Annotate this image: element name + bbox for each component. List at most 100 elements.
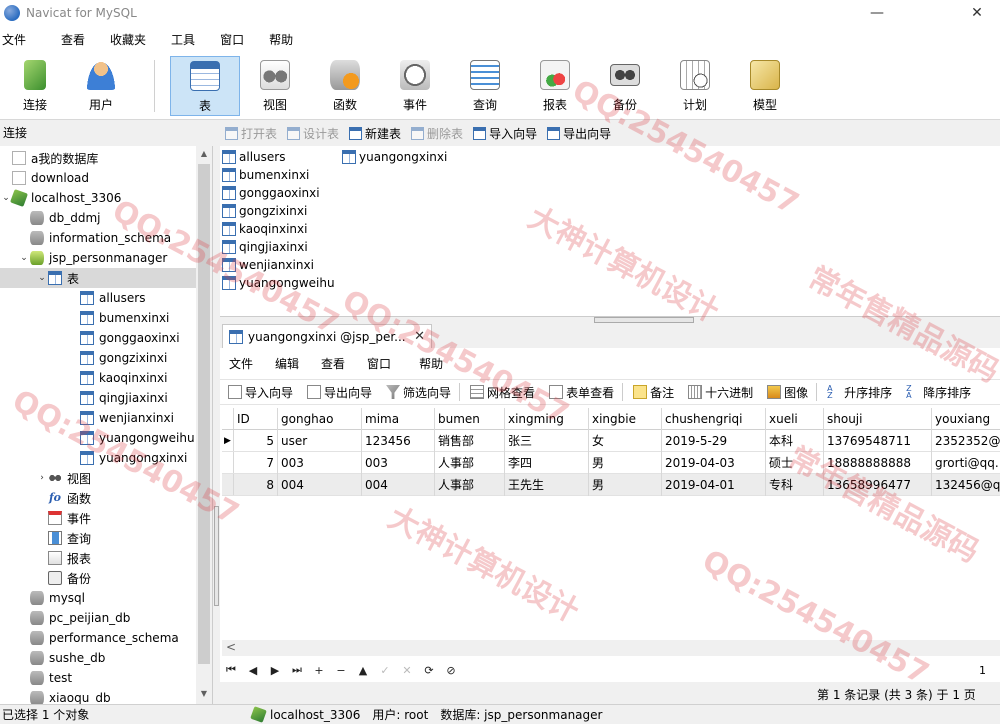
- sort-descending-button[interactable]: Z A 降序排序: [898, 384, 977, 401]
- tree-scrollbar[interactable]: ▲ ▼: [196, 146, 212, 704]
- tree-item[interactable]: yuangongxinxi: [0, 448, 196, 468]
- grid-cell[interactable]: grorti@qq.: [932, 452, 1000, 474]
- object-list-item[interactable]: yuangongxinxi: [342, 148, 447, 166]
- tree-item[interactable]: qingjiaxinxi: [0, 388, 196, 408]
- tree-item[interactable]: gongzixinxi: [0, 348, 196, 368]
- tree-item[interactable]: 事件: [0, 508, 196, 528]
- table-row[interactable]: 7 003 003 人事部 李四男 2019-04-03 硕士 18888888888 gror…: [222, 452, 1000, 474]
- tree-item[interactable]: a我的数据库: [0, 148, 196, 168]
- tree-item[interactable]: performance_schema: [0, 628, 196, 648]
- grid-horizontal-scrollbar[interactable]: <: [222, 640, 1000, 656]
- tree-item[interactable]: wenjianxinxi: [0, 408, 196, 428]
- menu-help[interactable]: 帮助: [253, 31, 302, 48]
- add-record-button[interactable]: +: [308, 664, 330, 677]
- grid-cell[interactable]: 2019-04-03: [662, 452, 766, 474]
- grid-cell[interactable]: 004: [278, 474, 362, 496]
- delete-table-button[interactable]: 删除表: [406, 125, 468, 142]
- tab-menu-edit[interactable]: 编辑: [267, 355, 313, 372]
- grid-cell[interactable]: 硕士: [766, 452, 824, 474]
- tree-item[interactable]: ⌄ jsp_personmanager: [0, 248, 196, 268]
- grid-cell[interactable]: 人事部: [435, 452, 505, 474]
- grid-cell[interactable]: 5: [234, 430, 278, 452]
- grid-cell[interactable]: 8: [234, 474, 278, 496]
- grid-cell[interactable]: 123456: [362, 430, 435, 452]
- first-record-button[interactable]: ⏮: [220, 663, 242, 677]
- discard-changes-button[interactable]: ✕: [396, 664, 418, 677]
- row-marker[interactable]: [222, 452, 234, 473]
- import-wizard-button[interactable]: 导入向导: [468, 125, 542, 142]
- menu-view[interactable]: 查看: [35, 31, 94, 48]
- grid-cell[interactable]: 132456@qq: [932, 474, 1000, 496]
- collapse-chevron-icon[interactable]: ›: [36, 473, 48, 483]
- tree-item[interactable]: pc_peijian_db: [0, 608, 196, 628]
- close-window-button[interactable]: ✕: [954, 0, 1000, 26]
- grid-cell[interactable]: 2019-04-01: [662, 474, 766, 496]
- column-header-chushengriqi[interactable]: chushengriqi: [662, 408, 766, 430]
- expand-chevron-icon[interactable]: ⌄: [36, 273, 48, 283]
- tree-item[interactable]: › 视图: [0, 468, 196, 488]
- toolbar-report-button[interactable]: 报表: [520, 56, 590, 116]
- grid-cell[interactable]: 专科: [766, 474, 824, 496]
- object-list-item[interactable]: bumenxinxi: [222, 166, 309, 184]
- row-marker[interactable]: [222, 474, 234, 495]
- toolbar-schedule-button[interactable]: 计划: [660, 56, 730, 116]
- tab-menu-window[interactable]: 窗口: [359, 355, 405, 372]
- refresh-button[interactable]: ⟳: [418, 664, 440, 677]
- grid-cell[interactable]: 003: [362, 452, 435, 474]
- grid-cell[interactable]: 7: [234, 452, 278, 474]
- toolbar-model-button[interactable]: 模型: [730, 56, 800, 116]
- toolbar-table-button[interactable]: 表: [170, 56, 240, 116]
- tab-menu-view[interactable]: 查看: [313, 355, 359, 372]
- toolbar-event-button[interactable]: 事件: [380, 56, 450, 116]
- grid-cell[interactable]: 李四: [505, 452, 589, 474]
- object-list-item[interactable]: yuangongweihu: [222, 274, 335, 292]
- toolbar-user-button[interactable]: 用户: [66, 56, 136, 116]
- tree-item[interactable]: xiaoqu_db: [0, 688, 196, 704]
- column-header-mima[interactable]: mima: [362, 408, 435, 430]
- tree-item[interactable]: information_schema: [0, 228, 196, 248]
- scroll-down-arrow-icon[interactable]: ▼: [196, 686, 212, 702]
- column-header-xingming[interactable]: xingming: [505, 408, 589, 430]
- grid-cell[interactable]: 2352352@qq: [932, 430, 1000, 452]
- scroll-up-arrow-icon[interactable]: ▲: [196, 146, 212, 162]
- filter-wizard-button[interactable]: 筛选向导: [378, 384, 457, 401]
- splitter-grip[interactable]: [594, 317, 694, 323]
- tree-item[interactable]: 备份: [0, 568, 196, 588]
- toolbar-function-button[interactable]: 函数: [310, 56, 380, 116]
- vertical-splitter[interactable]: [212, 146, 220, 704]
- object-list-item[interactable]: qingjiaxinxi: [222, 238, 308, 256]
- prev-record-button[interactable]: ◀: [242, 664, 264, 677]
- tree-item[interactable]: sushe_db: [0, 648, 196, 668]
- menu-favorites[interactable]: 收藏夹: [94, 31, 155, 48]
- table-row[interactable]: ▶ 5 user 123456 销售部 张三女 2019-5-29 本科 13769548711…: [222, 430, 1000, 452]
- toolbar-query-button[interactable]: 查询: [450, 56, 520, 116]
- toolbar-backup-button[interactable]: 备份: [590, 56, 660, 116]
- column-header-xueli[interactable]: xueli: [766, 408, 824, 430]
- tree-item[interactable]: 报表: [0, 548, 196, 568]
- tab-menu-help[interactable]: 帮助: [405, 355, 457, 372]
- form-view-button[interactable]: 表单查看: [541, 384, 620, 401]
- object-list-item[interactable]: kaoqinxinxi: [222, 220, 307, 238]
- grid-cell[interactable]: user: [278, 430, 362, 452]
- column-header-ID[interactable]: ID: [234, 408, 278, 430]
- toolbar-view-button[interactable]: 视图: [240, 56, 310, 116]
- column-header-gonghao[interactable]: gonghao: [278, 408, 362, 430]
- sort-ascending-button[interactable]: A Z 升序排序: [819, 384, 898, 401]
- table-row[interactable]: 8 004 004 人事部 王先生男 2019-04-01 专科 13658996477 132…: [222, 474, 1000, 496]
- image-button[interactable]: 图像: [759, 384, 814, 401]
- menu-tools[interactable]: 工具: [155, 31, 204, 48]
- column-header-bumen[interactable]: bumen: [435, 408, 505, 430]
- toolbar-connect-button[interactable]: 连接: [0, 56, 70, 116]
- minimize-button[interactable]: —: [854, 0, 900, 26]
- grid-cell[interactable]: 18888888888: [824, 452, 932, 474]
- column-header-shouji[interactable]: shouji: [824, 408, 932, 430]
- current-row-marker-icon[interactable]: ▶: [222, 430, 234, 451]
- hex-button[interactable]: 十六进制: [680, 384, 759, 401]
- tree-item[interactable]: kaoqinxinxi: [0, 368, 196, 388]
- tree-item[interactable]: yuangongweihu: [0, 428, 196, 448]
- grid-cell[interactable]: 13658996477: [824, 474, 932, 496]
- next-record-button[interactable]: ▶: [264, 664, 286, 677]
- object-list-item[interactable]: gonggaoxinxi: [222, 184, 320, 202]
- apply-changes-button[interactable]: ✓: [374, 664, 396, 677]
- last-record-button[interactable]: ⏭: [286, 663, 308, 677]
